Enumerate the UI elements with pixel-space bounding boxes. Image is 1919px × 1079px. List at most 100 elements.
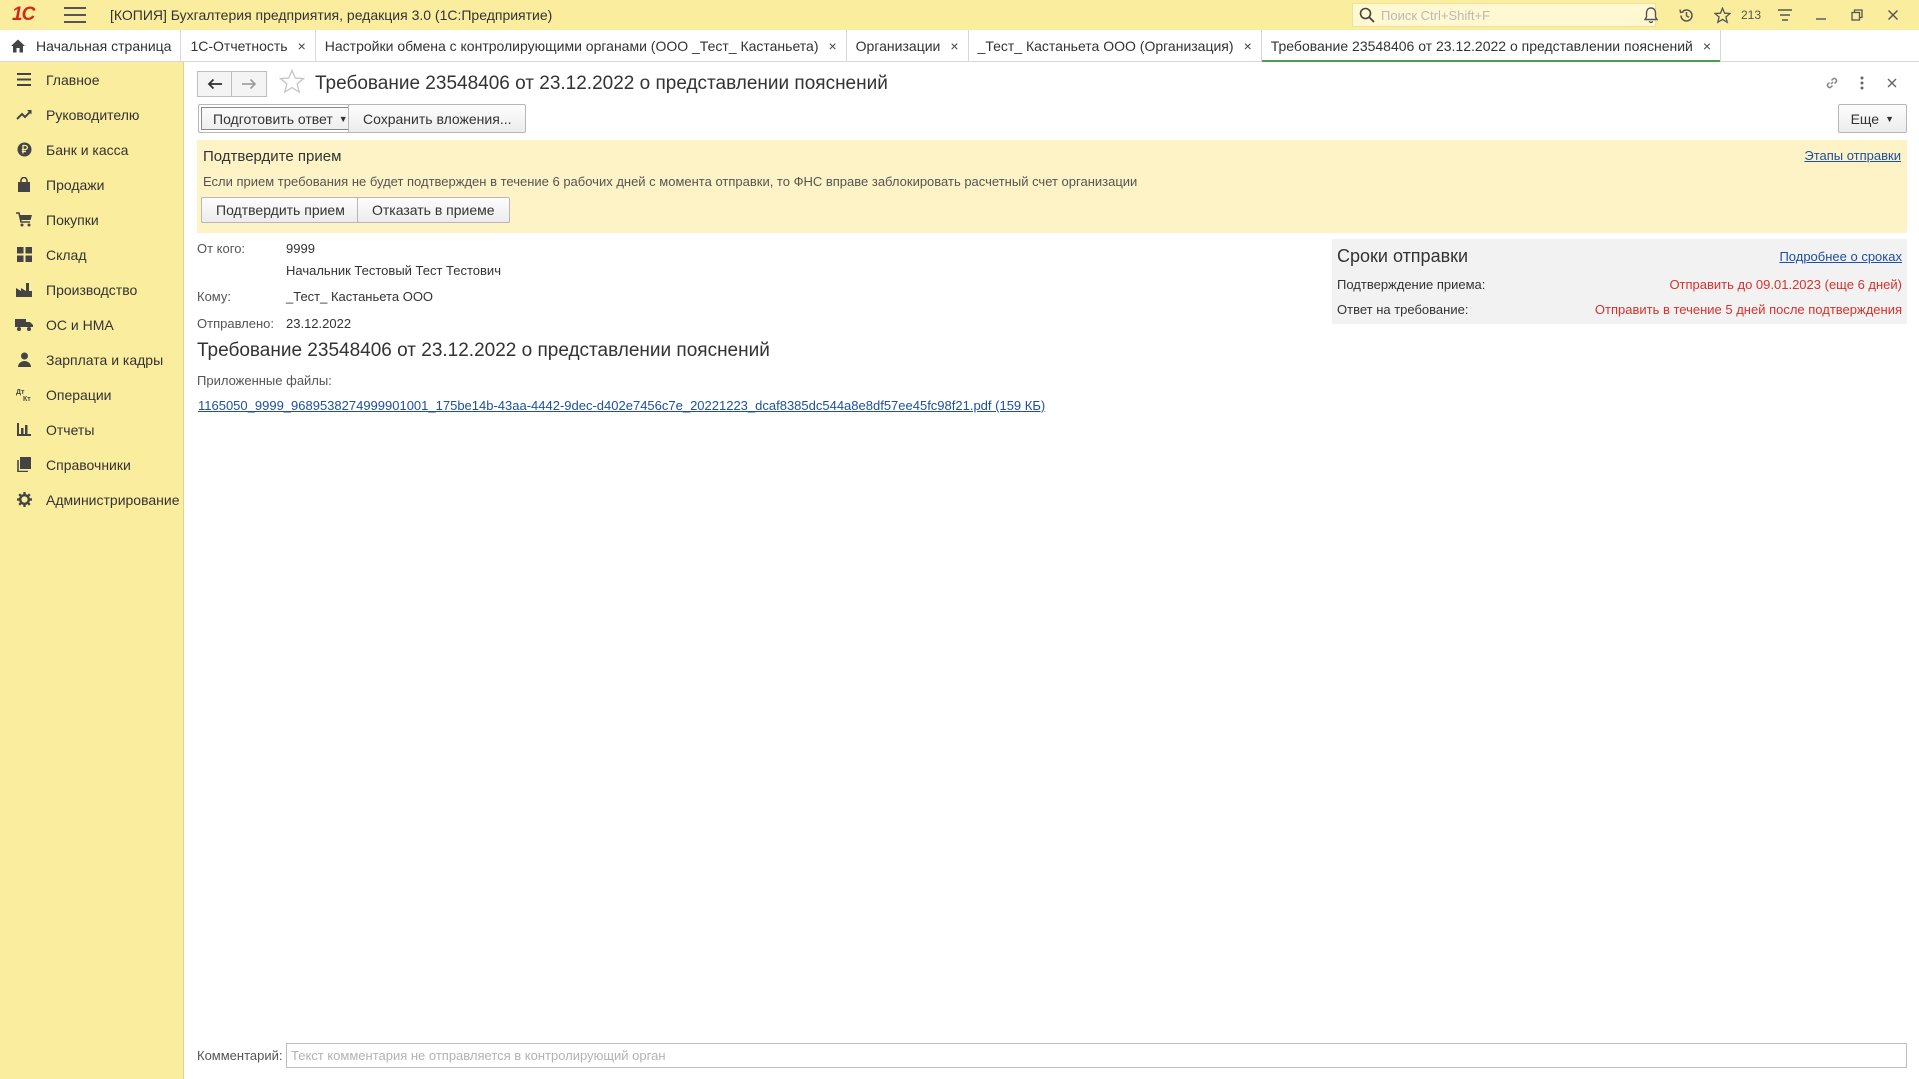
comment-input[interactable] [286, 1043, 1907, 1068]
main-menu-icon[interactable] [64, 7, 86, 23]
dt-kt-icon: Дт Кт [15, 386, 33, 404]
tab-organization-card[interactable]: _Тест_ Кастаньета ООО (Организация) × [969, 30, 1262, 61]
books-icon [15, 456, 33, 474]
svg-text:Кт: Кт [23, 396, 31, 402]
sidebar-item-label: Отчеты [46, 421, 95, 438]
more-actions-icon[interactable] [1847, 72, 1877, 94]
notifications-bell-icon[interactable] [1633, 0, 1669, 30]
from-label: От кого: [197, 241, 246, 256]
dropdown-caret-icon: ▼ [1885, 113, 1894, 124]
tab-1c-reporting[interactable]: 1С-Отчетность × [181, 30, 316, 61]
more-button[interactable]: Еще ▼ [1837, 104, 1907, 133]
shopping-bag-icon [15, 176, 33, 194]
trend-icon [15, 106, 33, 124]
sidebar-item-administration[interactable]: Администрирование [0, 482, 183, 517]
sidebar-item-label: Руководителю [46, 106, 140, 123]
confirm-receipt-label: Подтвердить прием [216, 202, 345, 218]
sidebar-item-purchases[interactable]: Покупки [0, 202, 183, 237]
requirement-form: Требование 23548406 от 23.12.2022 о пред… [185, 62, 1919, 1079]
sidebar-item-reports[interactable]: Отчеты [0, 412, 183, 447]
sidebar-item-label: Покупки [46, 211, 99, 228]
sidebar-item-production[interactable]: Производство [0, 272, 183, 307]
history-icon[interactable] [1669, 0, 1705, 30]
save-attachments-button[interactable]: Сохранить вложения... [348, 104, 527, 133]
sent-value: 23.12.2022 [286, 316, 352, 331]
sidebar-item-fixed-assets[interactable]: ОС и НМА [0, 307, 183, 342]
attached-files-label: Приложенные файлы: [197, 373, 332, 388]
sidebar-item-operations[interactable]: Дт Кт Операции [0, 377, 183, 412]
close-form-icon[interactable] [1877, 72, 1907, 94]
sidebar-item-label: Операции [46, 386, 112, 403]
from-value: 9999 [286, 241, 315, 256]
settings-menu-icon[interactable] [1767, 0, 1803, 30]
sidebar-item-catalogs[interactable]: Справочники [0, 447, 183, 482]
reject-receipt-label: Отказать в приеме [372, 202, 495, 218]
link-icon[interactable] [1817, 72, 1847, 94]
sent-label: Отправлено: [197, 316, 275, 331]
bar-chart-icon [15, 421, 33, 439]
tab-label: Начальная страница [36, 37, 172, 54]
sidebar-item-salary[interactable]: Зарплата и кадры [0, 342, 183, 377]
tab-home[interactable]: Начальная страница [0, 30, 182, 61]
deadlines-title: Сроки отправки [1337, 246, 1469, 266]
arrow-right-icon [242, 78, 257, 90]
cart-icon [15, 211, 33, 229]
sidebar-item-label: Производство [46, 281, 138, 298]
save-attachments-label: Сохранить вложения... [363, 110, 512, 127]
close-window-icon[interactable] [1875, 0, 1911, 30]
tab-label: Организации [855, 37, 941, 54]
sections-sidebar: Главное Руководителю Банк и касса Продаж… [0, 62, 184, 1079]
tab-requirement[interactable]: Требование 23548406 от 23.12.2022 о пред… [1261, 30, 1722, 62]
confirm-receipt-button[interactable]: Подтвердить прием [201, 197, 360, 223]
confirm-receipt-notice: Подтвердите прием Этапы отправки Если пр… [197, 140, 1907, 233]
attached-file-link[interactable]: 1165050_9999_9689538274999901001_175be14… [198, 398, 1045, 413]
tab-close-icon[interactable]: × [298, 38, 306, 54]
sidebar-item-label: Продажи [46, 176, 105, 193]
tab-label: _Тест_ Кастаньета ООО (Организация) [977, 37, 1234, 54]
prepare-reply-button[interactable]: Подготовить ответ ▼ [198, 104, 363, 133]
arrow-left-icon [207, 78, 222, 90]
favorites-star-icon[interactable] [1705, 0, 1741, 30]
sidebar-item-warehouse[interactable]: Склад [0, 237, 183, 272]
global-search-input[interactable]: Поиск Ctrl+Shift+F [1352, 3, 1656, 27]
sidebar-item-label: Банк и касса [46, 141, 129, 158]
sending-stages-link[interactable]: Этапы отправки [1804, 148, 1901, 163]
tab-label: 1С-Отчетность [190, 37, 288, 54]
deadlines-panel: Сроки отправки Подробнее о сроках Подтве… [1332, 239, 1907, 324]
reject-receipt-button[interactable]: Отказать в приеме [357, 197, 510, 223]
tab-close-icon[interactable]: × [950, 38, 958, 54]
sidebar-item-label: ОС и НМА [46, 316, 114, 333]
gear-icon [15, 491, 33, 509]
tab-close-icon[interactable]: × [828, 38, 836, 54]
sidebar-item-manager[interactable]: Руководителю [0, 97, 183, 132]
history-count: 213 [1740, 8, 1761, 22]
to-value: _Тест_ Кастаньета ООО [286, 289, 434, 304]
forward-button[interactable] [232, 71, 267, 97]
deadlines-details-link[interactable]: Подробнее о сроках [1779, 249, 1902, 264]
svg-text:Дт: Дт [16, 389, 25, 396]
tab-close-icon[interactable]: × [1703, 38, 1711, 54]
dropdown-caret-icon: ▼ [338, 113, 348, 124]
favorite-star-icon[interactable] [278, 68, 306, 98]
to-label: Кому: [197, 289, 231, 304]
sidebar-item-bank[interactable]: Банк и касса [0, 132, 183, 167]
form-title: Требование 23548406 от 23.12.2022 о пред… [315, 73, 888, 94]
requirement-heading: Требование 23548406 от 23.12.2022 о пред… [197, 340, 770, 361]
back-button[interactable] [197, 71, 232, 97]
ruble-coin-icon [15, 141, 33, 159]
restore-window-icon[interactable] [1839, 0, 1875, 30]
tab-label: Требование 23548406 от 23.12.2022 о пред… [1270, 37, 1693, 54]
sidebar-item-main[interactable]: Главное [0, 62, 183, 97]
minimize-icon[interactable] [1803, 0, 1839, 30]
reply-deadline-value: Отправить в течение 5 дней после подтвер… [1594, 302, 1902, 317]
search-icon [1359, 7, 1375, 23]
app-logo[interactable]: 1C [12, 4, 52, 26]
tab-exchange-settings[interactable]: Настройки обмена с контролирующими орган… [316, 30, 847, 61]
sidebar-item-label: Зарплата и кадры [46, 351, 164, 368]
tab-close-icon[interactable]: × [1244, 38, 1252, 54]
home-icon [11, 39, 25, 52]
sidebar-item-sales[interactable]: Продажи [0, 167, 183, 202]
factory-icon [15, 281, 33, 299]
tab-organizations[interactable]: Организации × [847, 30, 969, 61]
warehouse-grid-icon [15, 246, 33, 264]
